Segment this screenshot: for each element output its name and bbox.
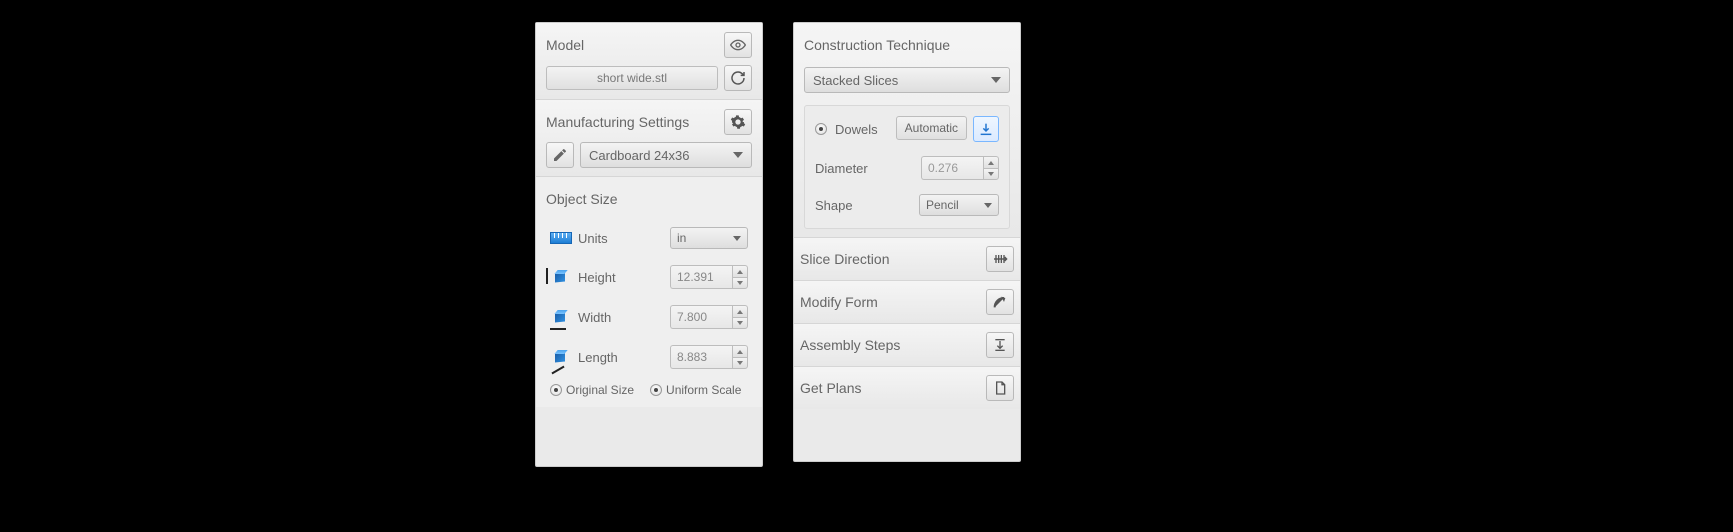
panel-right: Construction Technique Stacked Slices Do… [793,22,1021,462]
section-object-size: Object Size Units in Height [536,177,762,407]
align-bottom-icon [978,121,994,137]
width-row: Width [546,297,752,337]
diameter-input[interactable] [921,156,983,180]
document-icon [992,380,1008,396]
original-size-label: Original Size [566,383,634,397]
width-step-up[interactable] [732,305,748,317]
section-modify-form: Modify Form [794,281,1020,324]
height-row: Height [546,257,752,297]
width-icon [550,308,572,326]
diameter-label: Diameter [815,161,868,176]
technique-dropdown[interactable]: Stacked Slices [804,67,1010,93]
chevron-up-icon [737,350,743,354]
technique-value: Stacked Slices [813,73,898,88]
uniform-scale-radio[interactable]: Uniform Scale [650,383,741,397]
chevron-down-icon [984,203,992,208]
shape-label: Shape [815,198,853,213]
chevron-down-icon [733,236,741,241]
length-input[interactable] [670,345,732,369]
section-get-plans: Get Plans [794,367,1020,409]
length-step-up[interactable] [732,345,748,357]
expand-arrow-icon [992,294,1008,310]
section-model: Model short wide.stl [536,23,762,100]
section-title-manufacturing: Manufacturing Settings [546,114,689,130]
height-step-down[interactable] [732,277,748,289]
dowels-mode-label: Automatic [905,121,958,135]
chevron-up-icon [737,270,743,274]
height-step-up[interactable] [732,265,748,277]
model-file-name: short wide.stl [597,71,667,85]
material-value: Cardboard 24x36 [589,148,689,163]
reload-button[interactable] [724,65,752,91]
original-size-radio[interactable]: Original Size [550,383,634,397]
section-slice-direction: Slice Direction [794,238,1020,281]
pencil-icon [552,147,568,163]
shape-dropdown[interactable]: Pencil [919,194,999,216]
radio-icon [650,384,662,396]
dowels-block: Dowels Automatic Diameter [804,105,1010,229]
manufacturing-settings-button[interactable] [724,109,752,135]
eye-icon [730,37,746,53]
radio-icon [550,384,562,396]
section-title-modify-form: Modify Form [800,294,878,310]
section-title-assembly-steps: Assembly Steps [800,337,900,353]
units-row: Units in [546,219,752,257]
length-label: Length [578,350,638,365]
dowels-align-button[interactable] [973,116,999,142]
gear-icon [730,114,746,130]
assembly-steps-button[interactable] [986,332,1014,358]
section-title-slice-direction: Slice Direction [800,251,889,267]
units-dropdown[interactable]: in [670,227,748,249]
section-construction: Construction Technique Stacked Slices Do… [794,23,1020,238]
width-step-down[interactable] [732,317,748,329]
section-assembly-steps: Assembly Steps [794,324,1020,367]
slice-direction-button[interactable] [986,246,1014,272]
length-step-down[interactable] [732,357,748,369]
section-title-model: Model [546,37,584,53]
refresh-icon [730,70,746,86]
chevron-down-icon [988,172,994,176]
edit-material-button[interactable] [546,142,574,168]
material-dropdown[interactable]: Cardboard 24x36 [580,142,752,168]
chevron-up-icon [737,310,743,314]
height-icon [550,268,572,286]
diameter-step-up[interactable] [983,156,999,168]
assembly-icon [992,337,1008,353]
shape-value: Pencil [926,198,959,212]
height-input[interactable] [670,265,732,289]
units-value: in [677,231,686,245]
slice-direction-icon [992,251,1008,267]
section-title-get-plans: Get Plans [800,380,861,396]
length-icon [550,348,572,366]
units-label: Units [578,231,638,246]
panel-left: Model short wide.stl Manufacturing Setti… [535,22,763,467]
dowels-radio[interactable]: Dowels [815,122,878,137]
ruler-icon [550,229,572,247]
get-plans-button[interactable] [986,375,1014,401]
dowels-mode-button[interactable]: Automatic [896,116,967,140]
section-title-construction: Construction Technique [804,37,950,53]
chevron-down-icon [737,281,743,285]
radio-icon [815,123,827,135]
model-file-button[interactable]: short wide.stl [546,66,718,90]
width-label: Width [578,310,638,325]
preview-button[interactable] [724,32,752,58]
chevron-up-icon [988,161,994,165]
section-title-object-size: Object Size [546,191,618,207]
diameter-step-down[interactable] [983,168,999,180]
section-manufacturing: Manufacturing Settings Cardboard 24x36 [536,100,762,177]
uniform-scale-label: Uniform Scale [666,383,741,397]
chevron-down-icon [737,321,743,325]
length-row: Length [546,337,752,377]
width-input[interactable] [670,305,732,329]
chevron-down-icon [991,77,1001,83]
dowels-label: Dowels [835,122,878,137]
modify-form-button[interactable] [986,289,1014,315]
height-label: Height [578,270,638,285]
chevron-down-icon [737,361,743,365]
chevron-down-icon [733,152,743,158]
